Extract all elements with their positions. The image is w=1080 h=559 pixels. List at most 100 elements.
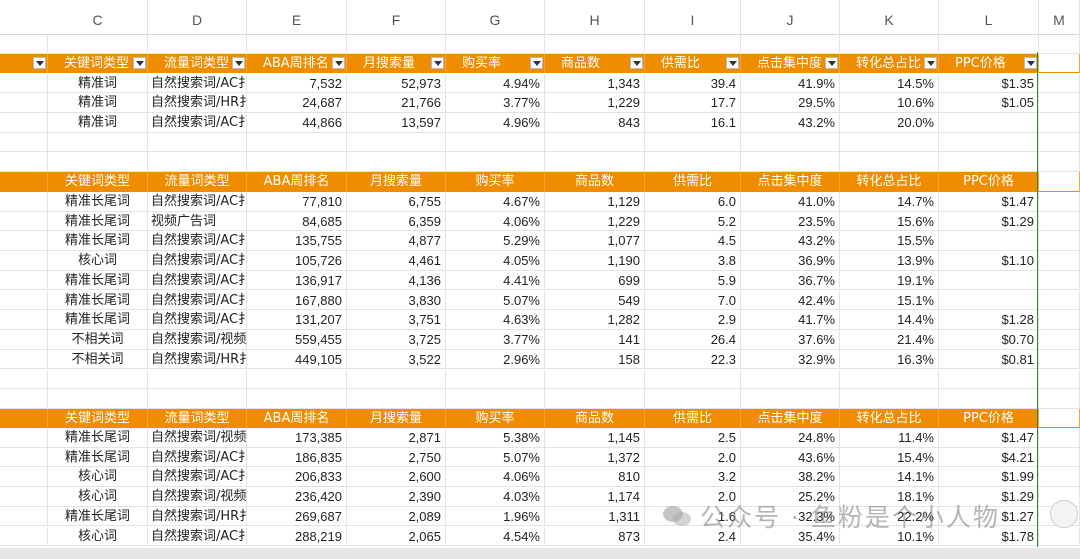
data-cell[interactable]: 36.9% xyxy=(741,251,840,271)
data-cell[interactable]: 2,750 xyxy=(347,447,446,468)
data-cell[interactable]: 13,597 xyxy=(347,112,446,133)
cell-empty[interactable] xyxy=(347,389,446,409)
cell-empty[interactable] xyxy=(840,132,939,153)
header-cell[interactable]: 商品数 xyxy=(545,408,645,429)
header-cell[interactable]: 购买率 xyxy=(446,53,545,74)
data-cell[interactable]: 26.4 xyxy=(645,329,741,350)
header-cell[interactable]: 流量词类型 xyxy=(148,172,247,192)
data-cell[interactable]: 4.5 xyxy=(645,231,741,252)
cell-b[interactable] xyxy=(0,487,48,507)
data-cell[interactable]: 84,685 xyxy=(247,211,347,232)
data-cell[interactable]: 7,532 xyxy=(247,73,347,94)
data-cell[interactable]: 2.0 xyxy=(645,447,741,468)
cell-b[interactable] xyxy=(0,231,48,252)
column-header-m[interactable]: M xyxy=(1039,0,1080,34)
data-cell[interactable]: 2.9 xyxy=(645,310,741,330)
data-cell[interactable]: 2.5 xyxy=(645,428,741,448)
cell-m[interactable] xyxy=(1039,73,1080,94)
data-cell[interactable]: 精准长尾词 xyxy=(48,506,148,527)
cell-empty[interactable] xyxy=(247,152,347,172)
data-cell[interactable]: 105,726 xyxy=(247,251,347,271)
cell-b[interactable] xyxy=(0,428,48,448)
data-cell[interactable]: 77,810 xyxy=(247,192,347,212)
data-cell[interactable]: 39.4 xyxy=(645,73,741,94)
data-cell[interactable]: 核心词 xyxy=(48,487,148,507)
data-cell[interactable]: 288,219 xyxy=(247,526,347,547)
data-cell[interactable]: 21,766 xyxy=(347,93,446,113)
data-cell[interactable]: 10.6% xyxy=(840,93,939,113)
data-cell[interactable]: 186,835 xyxy=(247,447,347,468)
cell-m[interactable] xyxy=(1039,290,1080,311)
data-cell[interactable]: 136,917 xyxy=(247,270,347,291)
cell-b[interactable] xyxy=(0,211,48,232)
cell-b[interactable] xyxy=(0,408,48,429)
data-cell[interactable]: 4.05% xyxy=(446,251,545,271)
data-cell[interactable]: 41.9% xyxy=(741,73,840,94)
cell-empty[interactable] xyxy=(347,34,446,54)
data-cell[interactable]: 1,229 xyxy=(545,211,645,232)
data-cell[interactable]: 自然搜索词/AC扌 xyxy=(148,231,247,252)
cell-m[interactable] xyxy=(1039,270,1080,291)
column-header-l[interactable]: L xyxy=(939,0,1039,34)
data-cell[interactable]: 15.4% xyxy=(840,447,939,468)
cell-empty[interactable] xyxy=(1039,152,1080,172)
data-cell[interactable]: 1,129 xyxy=(545,192,645,212)
filter-dropdown-icon[interactable] xyxy=(232,56,245,69)
cell-empty[interactable] xyxy=(840,152,939,172)
cell-empty[interactable] xyxy=(939,389,1039,409)
filter-dropdown-icon[interactable] xyxy=(431,56,444,69)
cell-empty[interactable] xyxy=(347,369,446,390)
cell-m[interactable] xyxy=(1039,93,1080,113)
data-cell[interactable]: 1.96% xyxy=(446,506,545,527)
header-cell[interactable]: 供需比 xyxy=(645,408,741,429)
filter-dropdown-icon[interactable] xyxy=(924,56,937,69)
filter-dropdown-icon[interactable] xyxy=(530,56,543,69)
data-cell[interactable]: 4.94% xyxy=(446,73,545,94)
cell-empty[interactable] xyxy=(48,369,148,390)
data-cell[interactable]: 1,343 xyxy=(545,73,645,94)
header-cell[interactable]: 商品数 xyxy=(545,53,645,74)
header-cell[interactable]: 点击集中度 xyxy=(741,53,840,74)
cell-m[interactable] xyxy=(1039,428,1080,448)
cell-empty[interactable] xyxy=(645,132,741,153)
cell-empty[interactable] xyxy=(840,34,939,54)
data-cell[interactable]: 1,145 xyxy=(545,428,645,448)
cell-m[interactable] xyxy=(1039,467,1080,488)
data-cell[interactable]: 2.96% xyxy=(446,349,545,370)
cell-empty[interactable] xyxy=(1039,34,1080,54)
data-cell[interactable] xyxy=(939,231,1039,252)
cell-b[interactable] xyxy=(0,172,48,192)
cell-m[interactable] xyxy=(1039,53,1080,74)
header-cell[interactable]: 关键词类型 xyxy=(48,53,148,74)
cell-empty[interactable] xyxy=(741,34,840,54)
data-cell[interactable]: $4.21 xyxy=(939,447,1039,468)
data-cell[interactable]: $1.10 xyxy=(939,251,1039,271)
data-cell[interactable]: 自然搜索词/AC扌 xyxy=(148,251,247,271)
filter-dropdown-icon[interactable] xyxy=(332,56,345,69)
cell-empty[interactable] xyxy=(446,369,545,390)
cell-b[interactable] xyxy=(0,93,48,113)
data-cell[interactable]: 449,105 xyxy=(247,349,347,370)
column-header-i[interactable]: I xyxy=(645,0,741,34)
data-cell[interactable]: 自然搜索词/AC扌 xyxy=(148,447,247,468)
data-cell[interactable]: 精准词 xyxy=(48,73,148,94)
cell-b[interactable] xyxy=(0,467,48,488)
data-cell[interactable]: 核心词 xyxy=(48,467,148,488)
data-cell[interactable]: 3,751 xyxy=(347,310,446,330)
data-cell[interactable]: 6,359 xyxy=(347,211,446,232)
cell-b[interactable] xyxy=(0,506,48,527)
cell-b[interactable] xyxy=(0,192,48,212)
cell-empty[interactable] xyxy=(148,152,247,172)
header-cell[interactable]: 转化总占比 xyxy=(840,408,939,429)
data-cell[interactable]: 19.1% xyxy=(840,270,939,291)
data-cell[interactable]: 4.96% xyxy=(446,112,545,133)
data-cell[interactable]: 43.6% xyxy=(741,447,840,468)
data-cell[interactable]: 不相关词 xyxy=(48,329,148,350)
cell-empty[interactable] xyxy=(545,132,645,153)
data-cell[interactable]: 2,600 xyxy=(347,467,446,488)
cell-empty[interactable] xyxy=(645,34,741,54)
cell-m[interactable] xyxy=(1039,349,1080,370)
cell-empty[interactable] xyxy=(939,34,1039,54)
header-cell[interactable]: 购买率 xyxy=(446,172,545,192)
data-cell[interactable]: $1.05 xyxy=(939,93,1039,113)
